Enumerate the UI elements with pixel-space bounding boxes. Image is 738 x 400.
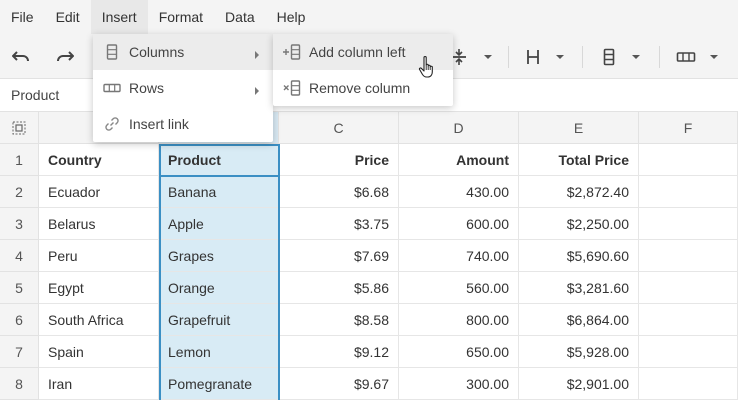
insert-menu-rows-label: Rows [129, 80, 165, 96]
cell-f[interactable] [639, 272, 738, 304]
row-header[interactable]: 1 [0, 144, 39, 176]
remove-column-label: Remove column [309, 80, 411, 96]
cell-product[interactable]: Banana [159, 176, 279, 208]
menu-data[interactable]: Data [214, 0, 266, 34]
chevron-right-icon [253, 47, 261, 59]
menu-insert[interactable]: Insert [90, 0, 148, 34]
cell-price[interactable]: $5.86 [279, 272, 399, 304]
column-header-c[interactable]: C [279, 112, 399, 144]
cell-country[interactable]: Spain [39, 336, 159, 368]
cell-price[interactable]: $8.58 [279, 304, 399, 336]
insert-menu: Columns Rows Insert link [93, 34, 273, 142]
insert-menu-link[interactable]: Insert link [93, 106, 273, 142]
column-header-d[interactable]: D [399, 112, 519, 144]
cell-f[interactable] [639, 304, 738, 336]
cell-total-price[interactable]: $2,901.00 [519, 368, 639, 400]
cell-amount[interactable]: 600.00 [399, 208, 519, 240]
cell-amount[interactable]: 800.00 [399, 304, 519, 336]
cell-amount[interactable]: 650.00 [399, 336, 519, 368]
cell-f[interactable] [639, 176, 738, 208]
row-header[interactable]: 7 [0, 336, 39, 368]
cell-f[interactable] [639, 208, 738, 240]
cell-price[interactable]: $6.68 [279, 176, 399, 208]
row-header[interactable]: 4 [0, 240, 39, 272]
cell-total-price[interactable]: $2,250.00 [519, 208, 639, 240]
column-header-f[interactable]: F [639, 112, 738, 144]
cell-f[interactable] [639, 368, 738, 400]
formula-bar-value: Product [11, 87, 60, 103]
select-all-icon[interactable] [0, 112, 39, 144]
cell-total-price[interactable]: $3,281.60 [519, 272, 639, 304]
menu-edit[interactable]: Edit [45, 0, 91, 34]
row-header[interactable]: 5 [0, 272, 39, 304]
menu-bar: File Edit Insert Format Data Help [0, 0, 738, 34]
cell-product[interactable]: Grapes [159, 240, 279, 272]
add-column-left-label: Add column left [309, 44, 406, 60]
cell-amount[interactable]: 300.00 [399, 368, 519, 400]
column-icon[interactable] [598, 42, 620, 72]
cell-price[interactable]: $9.67 [279, 368, 399, 400]
cell-amount[interactable]: 560.00 [399, 272, 519, 304]
header-cell-product[interactable]: Product [159, 144, 279, 176]
menu-file[interactable]: File [0, 0, 45, 34]
header-cell-amount[interactable]: Amount [399, 144, 519, 176]
cell-country[interactable]: South Africa [39, 304, 159, 336]
redo-icon[interactable] [52, 42, 78, 72]
cell-price[interactable]: $9.12 [279, 336, 399, 368]
row-header[interactable]: 2 [0, 176, 39, 208]
row-header[interactable]: 3 [0, 208, 39, 240]
hand-cursor-icon [418, 55, 438, 79]
cell-price[interactable]: $7.69 [279, 240, 399, 272]
column-header-e[interactable]: E [519, 112, 639, 144]
chevron-right-icon [253, 83, 261, 95]
cell-product[interactable]: Grapefruit [159, 304, 279, 336]
insert-menu-columns[interactable]: Columns [93, 34, 273, 70]
undo-icon[interactable] [8, 42, 34, 72]
rows-icon [103, 79, 121, 97]
insert-menu-link-label: Insert link [129, 116, 189, 132]
chevron-down-icon[interactable] [481, 42, 495, 72]
row-header[interactable]: 8 [0, 368, 39, 400]
cell-total-price[interactable]: $5,690.60 [519, 240, 639, 272]
link-icon [103, 115, 121, 133]
cell-product[interactable]: Pomegranate [159, 368, 279, 400]
cell-f[interactable] [639, 240, 738, 272]
spreadsheet-grid: A B C D E F 1CountryProductPriceAmountTo… [0, 112, 738, 400]
remove-column-icon [281, 79, 303, 97]
cell-country[interactable]: Belarus [39, 208, 159, 240]
chevron-down-icon[interactable] [629, 42, 643, 72]
header-cell-total-price[interactable]: Total Price [519, 144, 639, 176]
cell-amount[interactable]: 430.00 [399, 176, 519, 208]
cell-country[interactable]: Peru [39, 240, 159, 272]
insert-menu-rows[interactable]: Rows [93, 70, 273, 106]
cell-product[interactable]: Orange [159, 272, 279, 304]
menu-help[interactable]: Help [266, 0, 317, 34]
text-wrap-icon[interactable] [522, 42, 544, 72]
chevron-down-icon[interactable] [707, 42, 721, 72]
header-cell-price[interactable]: Price [279, 144, 399, 176]
cell-country[interactable]: Egypt [39, 272, 159, 304]
cell-price[interactable]: $3.75 [279, 208, 399, 240]
add-column-left-icon [281, 43, 303, 61]
cell-country[interactable]: Iran [39, 368, 159, 400]
header-cell-f[interactable] [639, 144, 738, 176]
menu-format[interactable]: Format [148, 0, 214, 34]
cell-total-price[interactable]: $6,864.00 [519, 304, 639, 336]
toolbar-divider [508, 46, 509, 68]
cell-country[interactable]: Ecuador [39, 176, 159, 208]
insert-menu-columns-label: Columns [129, 44, 185, 60]
row-header[interactable]: 6 [0, 304, 39, 336]
columns-icon [103, 43, 121, 61]
toolbar-divider [659, 46, 660, 68]
toolbar-divider [582, 46, 583, 68]
cell-f[interactable] [639, 336, 738, 368]
cell-product[interactable]: Apple [159, 208, 279, 240]
cell-amount[interactable]: 740.00 [399, 240, 519, 272]
cell-total-price[interactable]: $5,928.00 [519, 336, 639, 368]
cell-total-price[interactable]: $2,872.40 [519, 176, 639, 208]
cell-product[interactable]: Lemon [159, 336, 279, 368]
chevron-down-icon[interactable] [553, 42, 567, 72]
row-icon[interactable] [673, 42, 699, 72]
header-cell-country[interactable]: Country [39, 144, 159, 176]
